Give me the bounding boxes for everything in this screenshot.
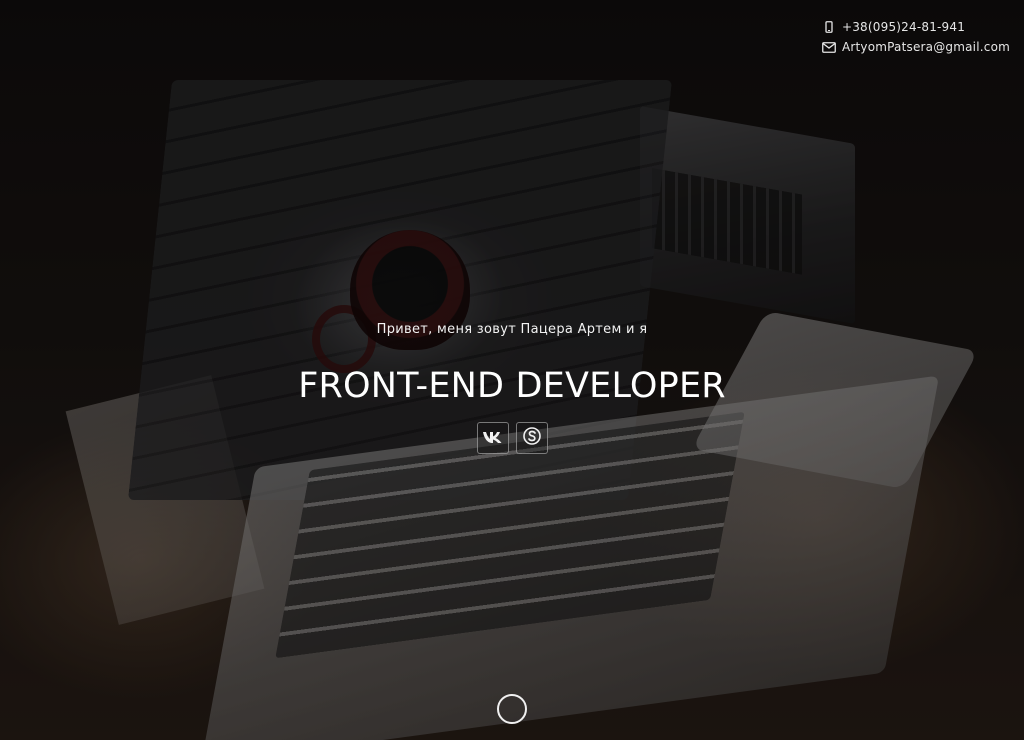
- mobile-phone-icon: [821, 21, 837, 33]
- hero-intro-text: Привет, меня зовут Пацера Артем и я: [376, 322, 648, 337]
- hero-role-title: FRONT-END DEVELOPER: [298, 366, 726, 406]
- skype-link-button[interactable]: [515, 422, 548, 454]
- contact-email-text: ArtyomPatsera@gmail.com: [841, 40, 1010, 54]
- contact-phone-text: +38(095)24-81-941: [841, 20, 966, 34]
- contact-email[interactable]: ArtyomPatsera@gmail.com: [821, 37, 1010, 57]
- hero-content: Привет, меня зовут Пацера Артем и я FRON…: [0, 318, 1024, 454]
- vk-icon: [482, 429, 504, 448]
- vk-link-button[interactable]: [476, 422, 509, 454]
- hero-section: +38(095)24-81-941 ArtyomPatsera@gmail.co…: [0, 0, 1024, 740]
- envelope-icon: [821, 41, 837, 53]
- contacts-block: +38(095)24-81-941 ArtyomPatsera@gmail.co…: [821, 17, 1010, 57]
- scroll-down-circle-icon[interactable]: [497, 694, 527, 724]
- skype-icon: [522, 426, 542, 450]
- contact-phone[interactable]: +38(095)24-81-941: [821, 17, 1010, 37]
- social-links: [0, 422, 1024, 454]
